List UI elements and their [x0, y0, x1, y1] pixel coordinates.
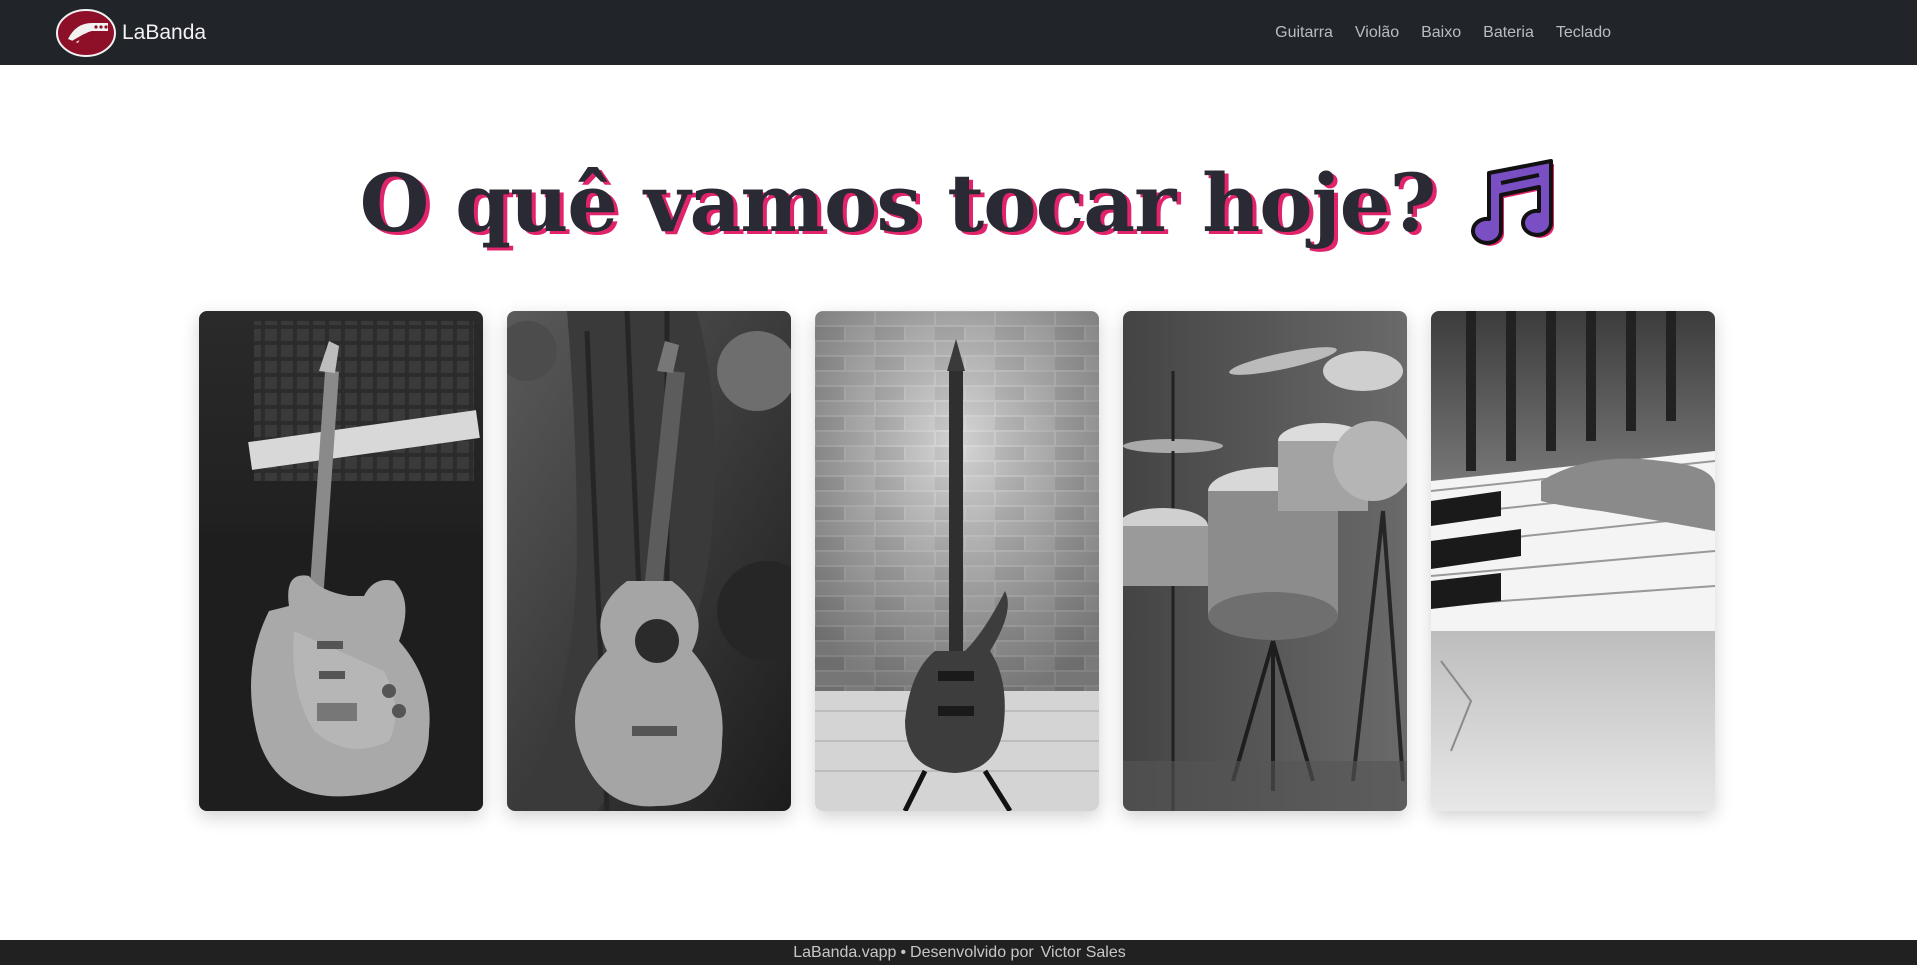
electric-guitar-photo: [199, 311, 483, 811]
page-footer: LaBanda.vapp • Desenvolvido por Victor S…: [0, 940, 1917, 965]
drum-kit-photo: [1123, 311, 1407, 811]
card-violao[interactable]: [507, 311, 791, 811]
footer-separator: •: [900, 943, 907, 961]
card-baixo[interactable]: [815, 311, 1099, 811]
instrument-cards: [199, 311, 1715, 811]
acoustic-guitar-photo: [507, 311, 791, 811]
nav-link-bateria[interactable]: Bateria: [1472, 24, 1545, 42]
footer-site-name: LaBanda.vapp: [793, 943, 897, 961]
nav-link-teclado[interactable]: Teclado: [1545, 24, 1622, 42]
card-guitarra[interactable]: [199, 311, 483, 811]
footer-credit-prefix: Desenvolvido por: [910, 943, 1034, 961]
footer-author-link[interactable]: Victor Sales: [1041, 944, 1126, 962]
card-teclado[interactable]: [1431, 311, 1715, 811]
music-notes-icon: [1471, 159, 1555, 246]
nav-links: Guitarra Violão Baixo Bateria Teclado: [1264, 0, 1622, 65]
brand-link[interactable]: LaBanda: [56, 9, 206, 57]
brand-name: LaBanda: [122, 21, 207, 44]
nav-link-violao[interactable]: Violão: [1344, 24, 1410, 42]
hero-heading: O quê vamos tocar hoje?: [0, 155, 1917, 251]
page-title: O quê vamos tocar hoje?: [359, 156, 1437, 250]
piano-keys-photo: [1431, 311, 1715, 811]
top-navbar: LaBanda Guitarra Violão Baixo Bateria Te…: [0, 0, 1917, 65]
nav-link-baixo[interactable]: Baixo: [1410, 24, 1472, 42]
card-bateria[interactable]: [1123, 311, 1407, 811]
labanda-logo-icon: [56, 9, 116, 57]
bass-guitar-photo: [815, 311, 1099, 811]
nav-link-guitarra[interactable]: Guitarra: [1264, 24, 1344, 42]
